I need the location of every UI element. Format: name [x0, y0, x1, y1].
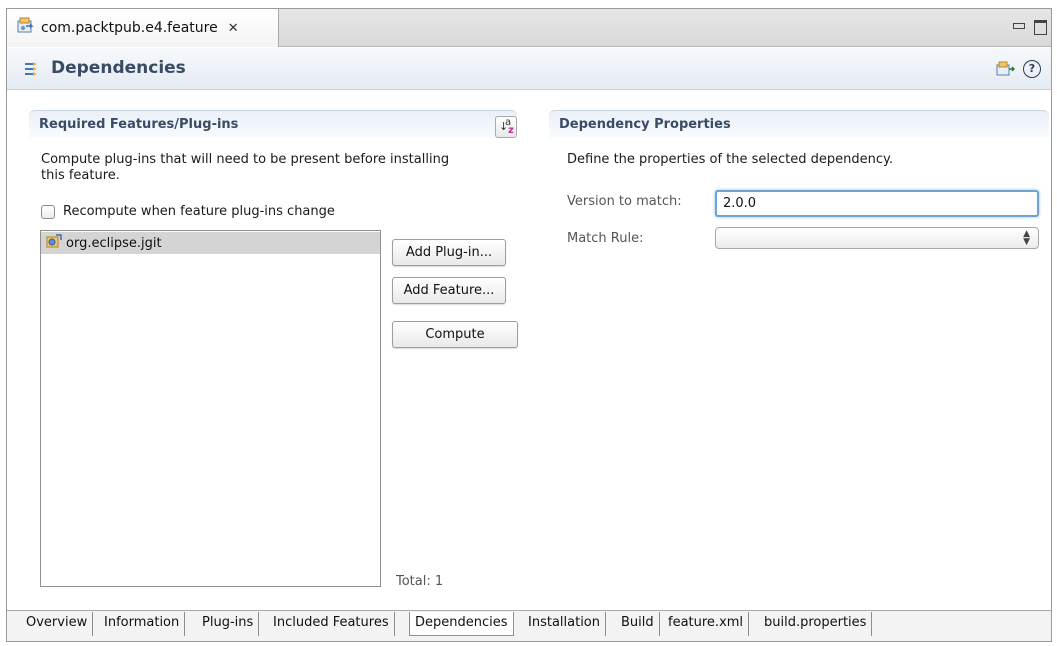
editor-tab[interactable]: com.packtpub.e4.feature ✕ — [7, 9, 279, 47]
tab-information[interactable]: Information — [99, 612, 186, 636]
dependencies-icon — [23, 60, 43, 82]
recompute-option[interactable]: Recompute when feature plug-ins change — [41, 204, 335, 219]
dependency-properties-description: Define the properties of the selected de… — [567, 152, 893, 167]
tab-installation[interactable]: Installation — [523, 612, 607, 636]
match-rule-select[interactable]: ▲ ▼ — [715, 227, 1039, 249]
sort-z-letter: z — [508, 125, 514, 136]
tab-included-features[interactable]: Included Features — [268, 612, 395, 636]
match-rule-label: Match Rule: — [567, 231, 644, 246]
plugin-import-icon — [45, 233, 63, 254]
add-plugin-button[interactable]: Add Plug-in... — [392, 239, 506, 266]
feature-file-icon — [17, 17, 35, 39]
section-title: Dependency Properties — [559, 117, 731, 132]
close-icon[interactable]: ✕ — [228, 21, 239, 36]
editor-tab-strip: com.packtpub.e4.feature ✕ — [7, 9, 1051, 47]
required-plugins-list[interactable]: org.eclipse.jgit — [40, 230, 381, 587]
tab-dependencies[interactable]: Dependencies — [409, 612, 514, 636]
feature-editor: com.packtpub.e4.feature ✕ Dependencies ?… — [6, 8, 1052, 642]
list-item[interactable]: org.eclipse.jgit — [41, 232, 380, 254]
page-title: Dependencies — [51, 58, 186, 78]
required-features-section-header: Required Features/Plug-ins ↓ a z — [29, 110, 517, 138]
tab-plug-ins[interactable]: Plug-ins — [197, 612, 260, 636]
tab-build[interactable]: Build — [616, 612, 660, 636]
tab-feature-xml[interactable]: feature.xml — [663, 612, 750, 636]
plugin-name: org.eclipse.jgit — [66, 235, 162, 251]
sort-alphabetically-button[interactable]: ↓ a z — [495, 116, 517, 138]
compute-button[interactable]: Compute — [392, 321, 518, 348]
editor-page-tabs: Overview Information Plug-ins Included F… — [7, 610, 1051, 641]
export-deployable-icon[interactable] — [995, 60, 1016, 82]
editor-tab-title: com.packtpub.e4.feature — [41, 20, 218, 36]
required-features-description: Compute plug-ins that will need to be pr… — [41, 152, 511, 184]
description-line: Compute plug-ins that will need to be pr… — [41, 152, 450, 167]
section-title: Required Features/Plug-ins — [39, 117, 239, 132]
recompute-label: Recompute when feature plug-ins change — [63, 204, 335, 219]
recompute-checkbox[interactable] — [41, 204, 55, 219]
add-feature-button[interactable]: Add Feature... — [392, 277, 506, 304]
version-input[interactable] — [715, 190, 1039, 217]
description-line: this feature. — [41, 168, 120, 183]
tab-build-properties[interactable]: build.properties — [759, 612, 873, 636]
maximize-icon[interactable] — [1033, 19, 1047, 35]
select-arrows-icon: ▲ ▼ — [1023, 229, 1030, 247]
version-label: Version to match: — [567, 194, 682, 209]
total-count: Total: 1 — [396, 574, 444, 589]
form-header: Dependencies ? — [7, 48, 1051, 90]
minimize-icon[interactable] — [1011, 19, 1025, 33]
help-icon[interactable]: ? — [1023, 60, 1041, 78]
tab-overview[interactable]: Overview — [21, 612, 94, 636]
dependency-properties-section-header: Dependency Properties — [549, 110, 1049, 138]
